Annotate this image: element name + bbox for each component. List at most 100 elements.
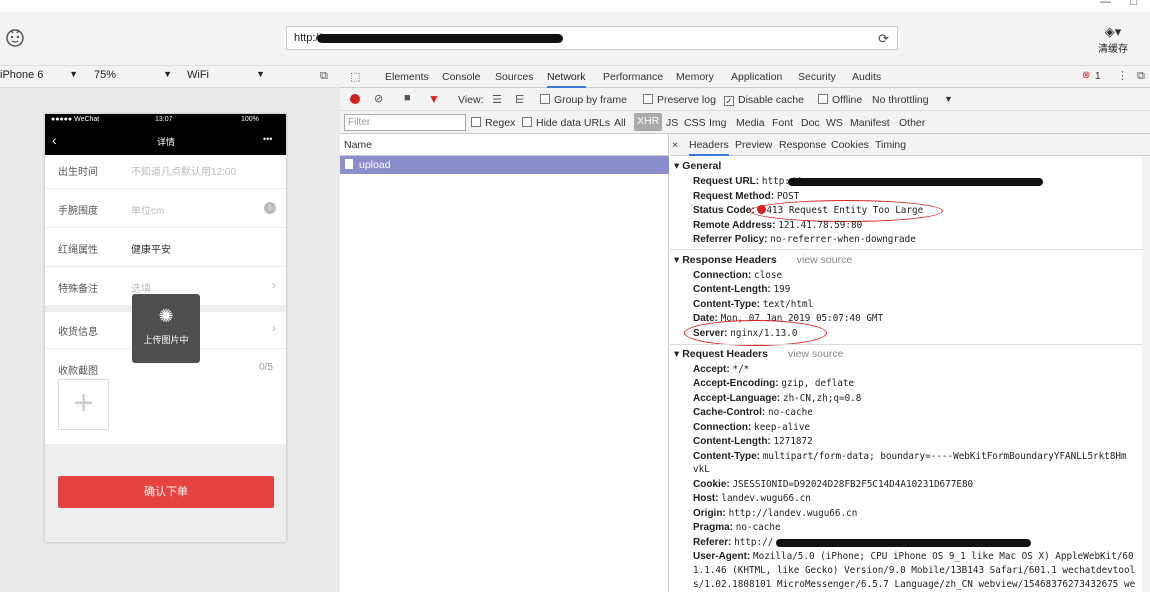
- clear-icon[interactable]: ⊘: [374, 92, 383, 105]
- tab-response[interactable]: Response: [779, 139, 826, 151]
- preserve-log-checkbox[interactable]: Preserve log: [643, 94, 716, 106]
- filter-media[interactable]: Media: [736, 117, 765, 129]
- throttling-select[interactable]: No throttling: [872, 94, 929, 106]
- redaction-mark: [776, 539, 1031, 547]
- tab-application[interactable]: Application: [731, 71, 782, 83]
- waterfall-view-icon[interactable]: ⋿: [515, 93, 525, 106]
- section-title: Request Headers: [682, 348, 768, 360]
- detail-scrollbar[interactable]: [1142, 156, 1150, 592]
- request-row-upload[interactable]: upload: [340, 156, 669, 174]
- form-row-birth[interactable]: 出生时间 不知道几点默认用12:00: [45, 150, 286, 189]
- maximize-button[interactable]: □: [1130, 0, 1137, 8]
- error-count: 1: [1095, 71, 1101, 82]
- filter-css[interactable]: CSS: [684, 117, 706, 129]
- clear-cache-button[interactable]: ◈▾ 清缓存: [1088, 24, 1138, 60]
- more-vert-icon[interactable]: ⋮: [1117, 69, 1128, 82]
- close-detail-icon[interactable]: ×: [672, 139, 678, 151]
- row-value: 选填: [131, 284, 151, 295]
- wechat-devtools-logo-icon: [4, 26, 26, 48]
- view-label: View:: [458, 94, 484, 106]
- layers-icon: ◈▾: [1104, 24, 1122, 39]
- chevron-down-icon: ▼: [69, 69, 78, 79]
- detach-icon[interactable]: ⧉: [320, 70, 328, 83]
- filter-all[interactable]: All: [614, 117, 626, 129]
- row-label: 出生时间: [58, 167, 98, 178]
- inspect-icon[interactable]: ⬚: [350, 70, 360, 83]
- file-icon: [345, 159, 353, 169]
- view-source-link[interactable]: view source: [788, 348, 843, 360]
- minimize-button[interactable]: —: [1100, 0, 1111, 8]
- filter-icon[interactable]: ▼: [428, 92, 440, 106]
- chevron-down-icon[interactable]: ▼: [944, 94, 953, 104]
- tab-sources[interactable]: Sources: [495, 71, 534, 83]
- tab-audits[interactable]: Audits: [852, 71, 881, 83]
- filter-bar: Filter Regex Hide data URLs All XHR JS C…: [340, 111, 1150, 134]
- nav-title: 详情: [157, 137, 176, 147]
- error-icon[interactable]: ⊗: [1082, 70, 1090, 81]
- camera-icon[interactable]: ■: [404, 92, 411, 104]
- row-label: 收货信息: [58, 327, 98, 338]
- row-value: 健康平安: [131, 245, 171, 256]
- form-row-wrist[interactable]: 手腕围度 单位cm i: [45, 189, 286, 228]
- tab-headers[interactable]: Headers: [689, 139, 729, 156]
- tab-memory[interactable]: Memory: [676, 71, 714, 83]
- tab-network[interactable]: Network: [547, 71, 586, 88]
- view-source-link[interactable]: view source: [797, 254, 852, 266]
- request-headers-section[interactable]: ▾ Request Headers view source: [674, 348, 843, 360]
- regex-checkbox[interactable]: Regex: [471, 117, 515, 129]
- clear-cache-label: 清缓存: [1098, 44, 1128, 55]
- tab-timing[interactable]: Timing: [875, 139, 906, 151]
- device-select[interactable]: iPhone 6 ▼: [0, 69, 78, 81]
- add-image-button[interactable]: +: [58, 379, 109, 430]
- filter-input[interactable]: Filter: [344, 114, 466, 131]
- network-toolbar: ⊘ ■ ▼ View: ☰ ⋿ Group by frame Preserve …: [340, 88, 1150, 111]
- filter-other[interactable]: Other: [899, 117, 925, 129]
- filter-js[interactable]: JS: [666, 117, 678, 129]
- section-title: General: [682, 160, 722, 172]
- response-headers-section[interactable]: ▾ Response Headers view source: [674, 254, 852, 266]
- header-content-type-wrap: vkL: [693, 464, 710, 475]
- name-column-header[interactable]: Name: [340, 134, 669, 156]
- tab-performance[interactable]: Performance: [603, 71, 663, 83]
- tab-preview[interactable]: Preview: [735, 139, 772, 151]
- offline-label: Offline: [832, 94, 863, 106]
- confirm-order-button[interactable]: 确认下单: [58, 476, 274, 508]
- disable-cache-checkbox[interactable]: ✓ Disable cache: [724, 94, 804, 106]
- group-by-frame-label: Group by frame: [554, 94, 627, 106]
- header-request-method: Request Method: POST: [693, 191, 800, 202]
- filter-ws[interactable]: WS: [826, 117, 843, 129]
- tab-console[interactable]: Console: [442, 71, 481, 83]
- list-view-icon[interactable]: ☰: [492, 93, 502, 106]
- filter-manifest[interactable]: Manifest: [850, 117, 890, 129]
- network-select[interactable]: WiFi ▼: [187, 69, 265, 81]
- url-input[interactable]: http:// ⟳: [286, 26, 898, 50]
- zoom-select[interactable]: 75% ▼: [94, 69, 172, 81]
- header-host: Host: landev.wugu66.cn: [693, 493, 811, 504]
- row-label: 特殊备注: [58, 284, 98, 295]
- divider: [670, 344, 1142, 345]
- request-list: Name upload: [340, 134, 669, 592]
- tab-cookies[interactable]: Cookies: [831, 139, 869, 151]
- tab-elements[interactable]: Elements: [385, 71, 429, 83]
- tab-security[interactable]: Security: [798, 71, 836, 83]
- disable-cache-label: Disable cache: [738, 94, 804, 106]
- chevron-right-icon: ›: [272, 278, 276, 292]
- dock-icon[interactable]: ⧉: [1137, 70, 1145, 83]
- row-label: 收款截图: [58, 366, 98, 377]
- filter-img[interactable]: Img: [709, 117, 727, 129]
- form-row-attribute[interactable]: 红绳属性 健康平安: [45, 228, 286, 267]
- filter-font[interactable]: Font: [772, 117, 793, 129]
- info-icon[interactable]: i: [264, 202, 276, 214]
- back-icon[interactable]: ‹: [52, 132, 57, 148]
- group-by-frame-checkbox[interactable]: Group by frame: [540, 94, 627, 106]
- general-section[interactable]: ▾ General: [674, 160, 721, 172]
- filter-xhr[interactable]: XHR: [634, 113, 663, 131]
- filter-doc[interactable]: Doc: [801, 117, 820, 129]
- refresh-icon[interactable]: ⟳: [878, 31, 889, 47]
- chevron-down-icon: ▼: [256, 69, 265, 79]
- offline-checkbox[interactable]: Offline: [818, 94, 862, 106]
- header-user-agent-wrap1: 1.1.46 (KHTML, like Gecko) Version/9.0 M…: [693, 565, 1136, 576]
- record-icon[interactable]: [350, 94, 360, 104]
- hide-data-urls-checkbox[interactable]: Hide data URLs: [522, 117, 610, 129]
- more-icon[interactable]: •••: [263, 134, 272, 144]
